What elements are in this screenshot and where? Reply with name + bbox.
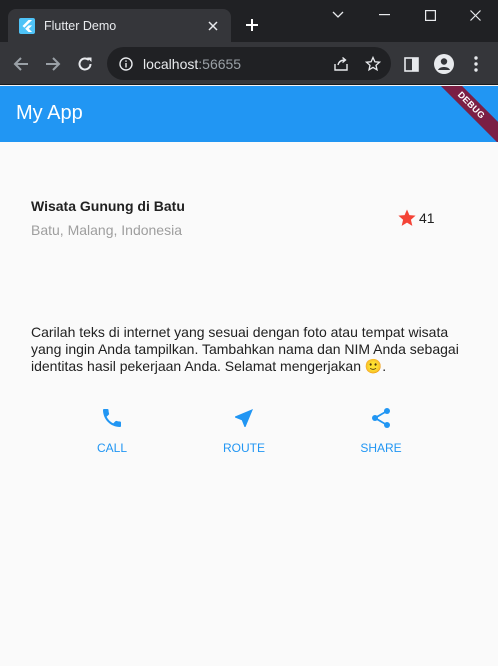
close-window-icon[interactable] xyxy=(452,0,498,30)
browser-toolbar: localhost:56655 xyxy=(0,42,498,85)
url-text: localhost:56655 xyxy=(143,56,327,72)
app-title: My App xyxy=(16,102,83,124)
maximize-icon[interactable] xyxy=(407,0,453,30)
kebab-menu-icon[interactable] xyxy=(462,50,490,78)
browser-tab[interactable]: Flutter Demo xyxy=(8,9,231,42)
phone-icon xyxy=(103,409,121,427)
rating-count: 41 xyxy=(419,210,435,226)
reload-icon[interactable] xyxy=(71,50,99,78)
browser-chrome: Flutter Demo localhost:56655 xyxy=(0,0,498,85)
tab-search-chevron-icon[interactable] xyxy=(315,0,361,30)
forward-arrow-icon[interactable] xyxy=(39,50,67,78)
action-row: CALL ROUTE SHARE xyxy=(0,402,498,462)
share-label: SHARE xyxy=(360,441,402,455)
navigation-icon xyxy=(235,409,253,427)
place-title: Wisata Gunung di Batu xyxy=(31,198,185,214)
share-page-icon[interactable] xyxy=(327,50,355,78)
star-icon xyxy=(398,209,416,226)
minimize-icon[interactable] xyxy=(361,0,407,30)
back-arrow-icon[interactable] xyxy=(7,50,35,78)
place-location: Batu, Malang, Indonesia xyxy=(31,222,182,238)
new-tab-icon[interactable] xyxy=(241,14,263,36)
side-panel-icon[interactable] xyxy=(397,50,425,78)
call-button[interactable]: CALL xyxy=(72,402,152,455)
flutter-logo-icon xyxy=(19,17,35,34)
route-label: ROUTE xyxy=(223,441,265,455)
tab-strip: Flutter Demo xyxy=(0,0,498,42)
app-bar: My App DEBUG xyxy=(0,86,498,142)
share-icon xyxy=(372,408,390,428)
call-label: CALL xyxy=(96,441,128,455)
url-host: localhost xyxy=(143,55,199,72)
address-bar[interactable]: localhost:56655 xyxy=(107,47,391,80)
app-body: Wisata Gunung di Batu Batu, Malang, Indo… xyxy=(0,142,498,666)
debug-banner: DEBUG xyxy=(426,86,498,142)
url-port: :56655 xyxy=(198,55,242,72)
share-button[interactable]: SHARE xyxy=(341,402,421,455)
bookmark-star-icon[interactable] xyxy=(359,50,387,78)
profile-avatar-icon[interactable] xyxy=(430,50,458,78)
tab-title: Flutter Demo xyxy=(44,18,117,33)
site-info-icon[interactable] xyxy=(118,56,134,72)
description-text: Carilah teks di internet yang sesuai den… xyxy=(31,324,459,374)
route-button[interactable]: ROUTE xyxy=(204,402,284,455)
close-tab-icon[interactable] xyxy=(203,16,223,36)
rating: 41 xyxy=(397,208,435,228)
